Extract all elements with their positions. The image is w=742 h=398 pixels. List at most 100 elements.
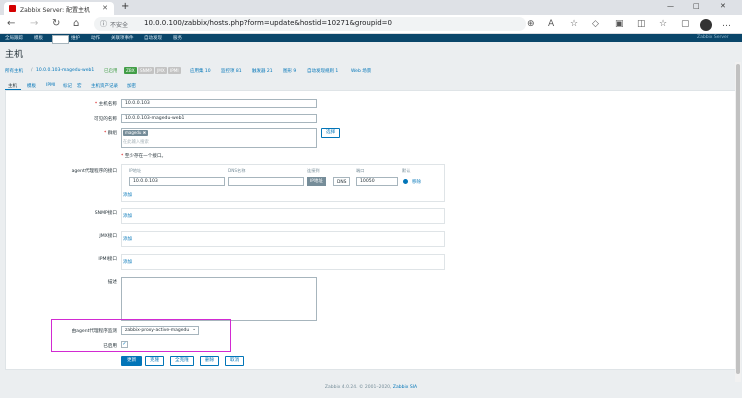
add-agent-link[interactable]: 添加 <box>123 192 132 198</box>
select-groups-button[interactable]: 选择 <box>321 128 341 138</box>
zabbix-favicon-icon <box>9 5 16 12</box>
menu-item-maintenance[interactable]: 维护 <box>71 35 80 41</box>
browser-tab[interactable]: Zabbix Server: 配置主机 ✕ <box>4 2 114 15</box>
window-maximize-button[interactable]: □ <box>693 2 700 10</box>
link-triggers[interactable]: 触发器 21 <box>252 68 273 74</box>
link-items[interactable]: 监控项 81 <box>221 68 242 74</box>
window-close-button[interactable]: ✕ <box>720 2 726 10</box>
jmx-interface-label: JMX接口 <box>99 234 117 239</box>
ipmi-interface-label: IPMI接口 <box>98 257 117 262</box>
groups-label: * 群组 <box>104 131 117 136</box>
cancel-button[interactable]: 取消 <box>225 356 245 366</box>
home-icon[interactable]: ⌂ <box>73 18 79 30</box>
link-discovery-rules[interactable]: 自动发现规则 1 <box>307 68 338 74</box>
col-dns: DNS名称 <box>228 168 246 173</box>
menu-item-correlation[interactable]: 关联项事件 <box>111 35 134 41</box>
status-enabled[interactable]: 已启用 <box>104 68 118 74</box>
clone-button[interactable]: 克隆 <box>145 356 165 366</box>
col-connect: 连接到 <box>307 168 320 173</box>
menu-item-discovery[interactable]: 自动发现 <box>144 35 162 41</box>
shield-icon[interactable]: ◇ <box>592 19 599 29</box>
collections-icon[interactable]: ▣ <box>615 19 624 29</box>
agent-interface-label: agent代理程序的接口 <box>71 169 117 174</box>
link-applications[interactable]: 应用集 10 <box>190 68 211 74</box>
connect-ip-button[interactable]: IP地址 <box>307 177 326 186</box>
default-radio[interactable] <box>403 179 408 184</box>
connect-dns-button[interactable]: DNS <box>333 177 351 186</box>
groups-multiselect[interactable] <box>121 128 317 148</box>
groups-search-placeholder[interactable]: 在此输入搜索 <box>123 139 149 145</box>
favorite-star-icon[interactable]: ☆ <box>570 19 578 29</box>
breadcrumb-separator: / <box>31 68 33 73</box>
remove-group-icon[interactable]: ✖ <box>143 130 146 135</box>
browser-tab-title: Zabbix Server: 配置主机 <box>20 7 91 14</box>
read-aloud-icon[interactable]: A <box>548 19 554 29</box>
tab-inventory[interactable]: 主机资产记录 <box>91 83 118 89</box>
add-jmx-link[interactable]: 添加 <box>123 236 132 242</box>
agent-ip-input[interactable]: 10.0.0.103 <box>129 177 225 186</box>
add-ipmi-link[interactable]: 添加 <box>123 259 132 265</box>
url-text[interactable]: 10.0.0.100/zabbix/hosts.php?form=update&… <box>144 19 392 27</box>
window-minimize-button[interactable]: — <box>667 2 674 10</box>
link-graphs[interactable]: 图形 9 <box>283 68 296 74</box>
reload-icon[interactable]: ↻ <box>52 18 60 30</box>
badge-jmx: JMX <box>155 67 167 74</box>
tab-tags[interactable]: 标记 <box>63 83 72 89</box>
col-default: 默认 <box>402 168 411 173</box>
page-footer: Zabbix 4.0.24. © 2001–2020, Zabbix SIA <box>324 385 418 390</box>
menu-item-hosts[interactable]: 主机 <box>52 35 69 44</box>
full-clone-button[interactable]: 全克隆 <box>170 356 194 366</box>
add-snmp-link[interactable]: 添加 <box>123 213 132 219</box>
address-bar[interactable]: ⓘ 不安全 10.0.0.100/zabbix/hosts.php?form=u… <box>94 17 526 31</box>
badge-snmp: SNMP <box>138 67 154 74</box>
menu-item-actions[interactable]: 动作 <box>91 35 100 41</box>
tab-ipmi[interactable]: IPMI <box>46 83 55 88</box>
hostname-input[interactable]: 10.0.0.103 <box>121 99 317 108</box>
proxy-select[interactable]: zabbix-proxy-active-magedu ⌄ <box>121 326 199 335</box>
security-label: 不安全 <box>110 22 129 29</box>
tab-macros[interactable]: 宏 <box>77 83 82 89</box>
description-textarea[interactable] <box>121 277 317 321</box>
zoom-icon[interactable]: ⊕ <box>527 19 535 29</box>
badge-ipmi: IPMI <box>168 67 181 74</box>
footer-link[interactable]: Zabbix SIA <box>393 385 417 390</box>
server-name: Zabbix Server <box>697 35 729 40</box>
extensions-icon[interactable]: ◫ <box>637 19 646 29</box>
new-tab-button[interactable]: + <box>121 1 129 12</box>
enabled-checkbox[interactable]: ✓ <box>121 341 128 348</box>
snmp-interface-label: SNMP接口 <box>94 211 117 216</box>
agent-port-input[interactable]: 10050 <box>356 177 398 186</box>
visible-name-input[interactable]: 10.0.0.103-magedu-web1 <box>121 114 317 123</box>
breadcrumb-host[interactable]: 10.0.0.103-magedu-web1 <box>36 68 94 73</box>
page-scrollbar[interactable] <box>735 62 741 382</box>
group-pill-magedu: magedu ✖ <box>123 130 149 136</box>
favorites-bar-icon[interactable]: ☆ <box>659 19 667 29</box>
info-icon[interactable]: ⓘ <box>100 19 107 29</box>
tab-templates[interactable]: 模板 <box>27 83 36 89</box>
forward-arrow-icon[interactable]: → <box>30 18 38 30</box>
tab-encryption[interactable]: 加密 <box>127 83 136 89</box>
highlight-annotation <box>51 319 231 352</box>
back-arrow-icon[interactable]: ← <box>7 18 15 30</box>
menu-item-templates[interactable]: 模板 <box>34 35 43 41</box>
agent-dns-input[interactable] <box>228 177 304 186</box>
tab-close-icon[interactable]: ✕ <box>102 4 108 12</box>
menu-item-services[interactable]: 服务 <box>173 35 182 41</box>
more-menu-icon[interactable]: … <box>722 19 731 29</box>
chevron-down-icon: ⌄ <box>192 327 196 332</box>
menu-item-global-tracking[interactable]: 全局跟踪 <box>5 35 23 41</box>
delete-button[interactable]: 删除 <box>200 356 220 366</box>
badge-zbx: ZBX <box>124 67 137 74</box>
jmx-interface-box <box>121 231 445 247</box>
link-web-scenarios[interactable]: Web 场景 <box>351 68 371 74</box>
breadcrumb-all-hosts[interactable]: 所有主机 <box>5 68 23 74</box>
scrollbar-thumb[interactable] <box>736 64 740 374</box>
proxy-label: 由agent代理程序监测 <box>71 329 117 334</box>
update-button[interactable]: 更新 <box>121 356 143 366</box>
description-label: 描述 <box>107 280 117 285</box>
browser-essentials-icon[interactable]: ▢ <box>681 19 690 29</box>
col-port: 端口 <box>356 168 365 173</box>
remove-agent-link[interactable]: 移除 <box>412 179 421 185</box>
visible-name-label: 可见的名称 <box>94 117 117 122</box>
profile-avatar[interactable] <box>700 19 712 31</box>
